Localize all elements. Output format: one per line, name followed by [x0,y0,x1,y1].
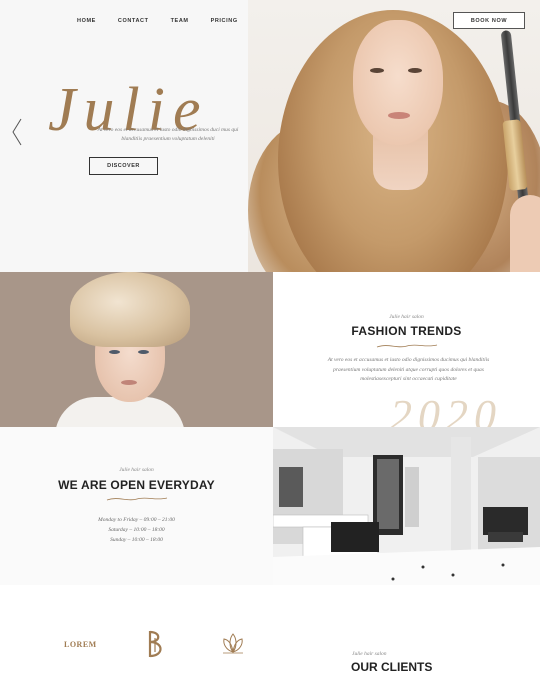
open-title: WE ARE OPEN EVERYDAY [58,478,215,492]
clients-kicker: Julie hair salon [352,651,387,657]
trends-kicker: Julie hair salon [389,314,424,320]
hours-sunday: Sunday – 10:00 – 18:00 [110,537,163,543]
book-now-button[interactable]: BOOK NOW [453,12,525,29]
nav-item-team[interactable]: TEAM [171,18,189,24]
hours-saturday: Saturday – 10:00 – 18:00 [108,527,165,533]
short-hair-model-photo [0,272,273,427]
trends-title: FASHION TRENDS [351,324,462,338]
fashion-trends-section: Julie hair salon FASHION TRENDS At vero … [273,272,540,427]
clients-title: OUR CLIENTS [351,660,433,674]
opening-hours-section: Julie hair salon WE ARE OPEN EVERYDAY Mo… [0,427,273,585]
nav-item-contact[interactable]: CONTACT [118,18,149,24]
b-logo-icon [148,630,162,658]
svg-text:2020: 2020 [390,391,502,427]
chevron-left-icon[interactable] [11,118,23,146]
nav-item-pricing[interactable]: PRICING [211,18,238,24]
nav-item-home[interactable]: HOME [77,18,96,24]
flourish-divider [106,497,168,501]
hours-weekdays: Monday to Friday – 09:00 – 21:00 [98,517,175,523]
discover-button[interactable]: DISCOVER [89,157,158,175]
main-nav: HOME CONTACT TEAM PRICING [77,18,238,24]
decor-script-text: 2020 [390,391,502,427]
flourish-divider [376,344,438,348]
hero-section: HOME CONTACT TEAM PRICING BOOK NOW Julie… [0,0,540,272]
opening-hours-list: Monday to Friday – 09:00 – 21:00 Saturda… [0,515,273,545]
trends-description: At vero eos et accusamus et iusto odio d… [327,357,490,382]
clients-section: LOREM Julie hair salon OUR CLIENTS [0,585,540,675]
lotus-logo-icon [223,633,243,654]
hero-description: At vero eos et accusamus et iusto odio d… [97,127,239,142]
salon-interior-photo [273,427,540,585]
open-kicker: Julie hair salon [119,467,154,473]
client-logo-lorem: LOREM [64,640,97,649]
